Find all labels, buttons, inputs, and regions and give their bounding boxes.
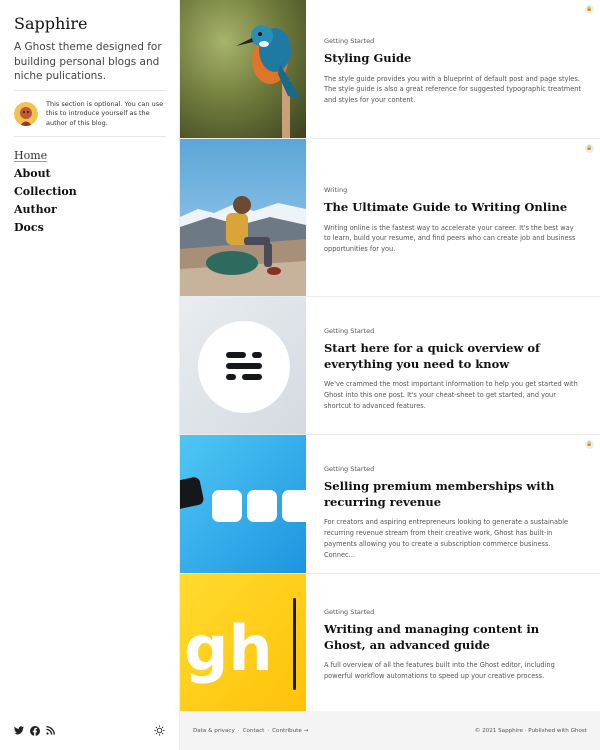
footer-separator: · (237, 727, 240, 734)
post-image-memberships[interactable] (180, 435, 306, 573)
footer-link-contribute[interactable]: Contribute → (272, 728, 308, 734)
lock-icon: 🔒 (585, 144, 594, 153)
post-title[interactable]: Start here for a quick overview of every… (324, 341, 582, 372)
post-title[interactable]: Writing and managing content in Ghost, a… (324, 622, 582, 653)
post-body: Writing The Ultimate Guide to Writing On… (306, 139, 600, 296)
post-tag[interactable]: Getting Started (324, 37, 582, 45)
post-excerpt: A full overview of all the features buil… (324, 661, 555, 680)
lock-icon: 🔒 (585, 5, 594, 14)
lock-icon: 🔒 (585, 440, 594, 449)
divider (14, 90, 166, 91)
nav-item-author[interactable]: Author (14, 204, 77, 216)
nav-item-docs[interactable]: Docs (14, 222, 77, 234)
author-box: This section is optional. You can use th… (14, 100, 166, 128)
post-excerpt: The style guide provides you with a blue… (324, 74, 582, 105)
post-body: Getting Started Styling Guide The style … (306, 0, 600, 138)
twitter-icon[interactable] (14, 726, 24, 735)
post-card[interactable]: Writing The Ultimate Guide to Writing On… (180, 139, 600, 297)
post-body: Getting Started Start here for a quick o… (306, 297, 600, 434)
site-description: A Ghost theme designed for building pers… (14, 41, 162, 83)
post-body: Getting Started Selling premium membersh… (306, 435, 600, 573)
post-card[interactable]: Getting Started Selling premium membersh… (180, 435, 600, 574)
footer-link-privacy[interactable]: Data & privacy (193, 728, 235, 734)
post-image-ghost-editor[interactable]: gh (180, 574, 306, 712)
sidebar-footer (14, 725, 165, 736)
site-footer: Data & privacy · Contact · Contribute → … (180, 711, 600, 750)
post-title[interactable]: Styling Guide (324, 51, 582, 67)
post-image-kingfisher[interactable] (180, 0, 306, 138)
post-feed: Getting Started Styling Guide The style … (180, 0, 600, 712)
ghost-logo-text: gh (184, 612, 273, 685)
site-title[interactable]: Sapphire (14, 14, 88, 33)
post-card[interactable]: Getting Started Start here for a quick o… (180, 297, 600, 435)
post-title[interactable]: The Ultimate Guide to Writing Online (324, 200, 582, 216)
post-card[interactable]: gh Getting Started Writing and managing … (180, 574, 600, 712)
post-title[interactable]: Selling premium memberships with recurri… (324, 479, 582, 510)
sun-icon[interactable] (154, 725, 165, 736)
author-note: This section is optional. You can use th… (46, 100, 164, 127)
post-tag[interactable]: Getting Started (324, 465, 582, 473)
post-excerpt: For creators and aspiring entrepreneurs … (324, 518, 569, 559)
sidebar: Sapphire A Ghost theme designed for buil… (0, 0, 180, 750)
avatar[interactable] (14, 102, 38, 126)
post-tag[interactable]: Writing (324, 186, 582, 194)
nav-item-about[interactable]: About (14, 168, 77, 180)
social-links (14, 725, 55, 736)
post-body: Getting Started Writing and managing con… (306, 574, 600, 712)
divider (14, 136, 166, 137)
post-image-overview[interactable] (180, 297, 306, 434)
post-tag[interactable]: Getting Started (324, 608, 582, 616)
nav-item-collection[interactable]: Collection (14, 186, 77, 198)
nav-item-home[interactable]: Home (14, 150, 77, 162)
post-card[interactable]: Getting Started Styling Guide The style … (180, 0, 600, 139)
post-tag[interactable]: Getting Started (324, 327, 582, 335)
footer-separator: · (267, 727, 270, 734)
post-image-mountain-writer[interactable] (180, 139, 306, 296)
post-excerpt: We've crammed the most important informa… (324, 380, 578, 410)
rss-icon[interactable] (46, 726, 55, 735)
footer-links: Data & privacy · Contact · Contribute → (193, 728, 308, 734)
post-excerpt: Writing online is the fastest way to acc… (324, 223, 576, 254)
main-nav: Home About Collection Author Docs (14, 150, 77, 234)
facebook-icon[interactable] (30, 725, 40, 736)
footer-link-contact[interactable]: Contact (243, 728, 265, 734)
copyright: © 2021 Sapphire · Published with Ghost (474, 727, 587, 734)
